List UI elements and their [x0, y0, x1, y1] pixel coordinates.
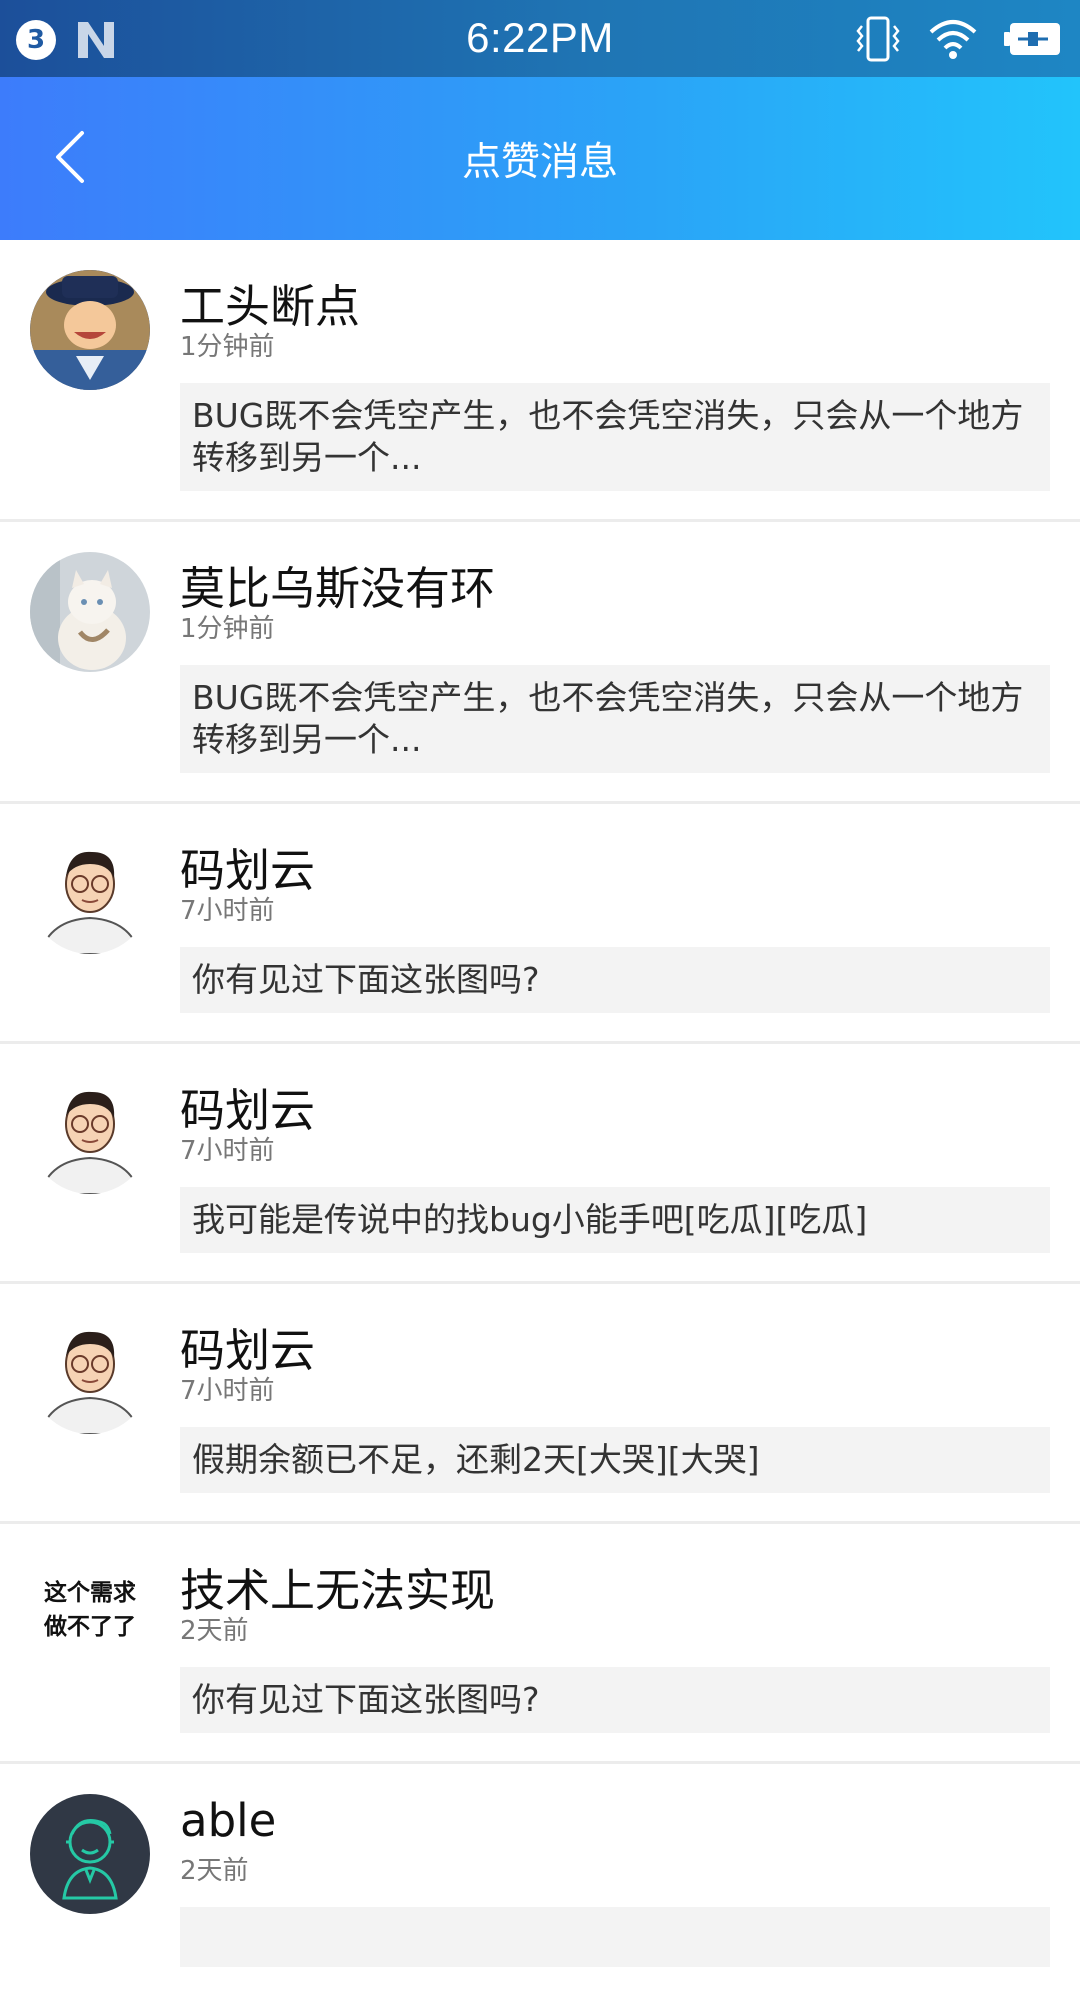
liked-content[interactable]: 假期余额已不足，还剩2天[大哭][大哭]	[180, 1427, 1050, 1493]
message-time: 2天前	[180, 1856, 249, 1886]
list-item[interactable]: 码划云 7小时前 你有见过下面这张图吗?	[0, 804, 1080, 1044]
page-title: 点赞消息	[461, 140, 618, 185]
avatar-text-line: 做不了了	[44, 1614, 136, 1640]
white-cat-avatar[interactable]	[30, 552, 150, 672]
header-bar: 点赞消息	[0, 77, 1080, 240]
wifi-icon	[929, 20, 977, 59]
list-item[interactable]: 莫比乌斯没有环 1分钟前 BUG既不会凭空产生，也不会凭空消失，只会从一个地方转…	[0, 522, 1080, 804]
liked-content[interactable]: 我可能是传说中的找bug小能手吧[吃瓜][吃瓜]	[180, 1187, 1050, 1253]
list-item[interactable]: 码划云 7小时前 我可能是传说中的找bug小能手吧[吃瓜][吃瓜]	[0, 1044, 1080, 1284]
vibrate-icon	[856, 16, 900, 62]
list-item[interactable]: 码划云 7小时前 假期余额已不足，还剩2天[大哭][大哭]	[0, 1284, 1080, 1524]
battery-charging-icon	[1004, 23, 1060, 55]
list-item[interactable]: 工头断点 1分钟前 BUG既不会凭空产生，也不会凭空消失，只会从一个地方转移到另…	[0, 240, 1080, 522]
liked-content[interactable]: 你有见过下面这张图吗?	[180, 947, 1050, 1013]
list-item[interactable]: 这个需求 做不了了 技术上无法实现 2天前 你有见过下面这张图吗?	[0, 1524, 1080, 1764]
status-bar: 3 6:22PM	[0, 0, 1080, 77]
glasses-man-avatar[interactable]	[30, 834, 150, 954]
message-time: 7小时前	[180, 1376, 275, 1406]
list-item[interactable]: able 2天前	[0, 1764, 1080, 2014]
sender-name[interactable]: able	[180, 1794, 276, 1847]
text-avatar[interactable]: 这个需求 做不了了	[30, 1554, 150, 1674]
message-time: 2天前	[180, 1616, 249, 1646]
message-time: 7小时前	[180, 1136, 275, 1166]
cartoon-pirate-avatar[interactable]	[30, 270, 150, 390]
message-time: 1分钟前	[180, 332, 275, 362]
avatar-text-line: 这个需求	[44, 1580, 136, 1606]
message-time: 1分钟前	[180, 614, 275, 644]
glasses-man-avatar[interactable]	[30, 1314, 150, 1434]
like-message-list: 工头断点 1分钟前 BUG既不会凭空产生，也不会凭空消失，只会从一个地方转移到另…	[0, 240, 1080, 2014]
glasses-man-avatar[interactable]	[30, 1074, 150, 1194]
cartoon-boy-outline-avatar[interactable]	[30, 1794, 150, 1914]
message-time: 7小时前	[180, 896, 275, 926]
liked-content[interactable]: BUG既不会凭空产生，也不会凭空消失，只会从一个地方转移到另一个...	[180, 383, 1050, 491]
liked-content[interactable]	[180, 1907, 1050, 1967]
liked-content[interactable]: 你有见过下面这张图吗?	[180, 1667, 1050, 1733]
liked-content[interactable]: BUG既不会凭空产生，也不会凭空消失，只会从一个地方转移到另一个...	[180, 665, 1050, 773]
